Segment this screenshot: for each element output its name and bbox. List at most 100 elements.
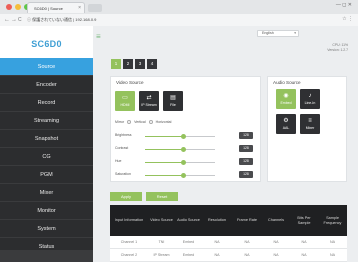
sidebar-item-pgm[interactable]: PGM (0, 166, 93, 184)
audio-source-row-1: ◉ Embed ♪ Line-In (276, 89, 320, 109)
close-window-dot[interactable] (6, 4, 12, 10)
column-header-bits-per-sample: Bits Per Sample (297, 215, 311, 225)
hue-label: Hue (115, 159, 122, 163)
sidebar-item-mixer[interactable]: Mixer (0, 184, 93, 202)
tab-channel-3[interactable]: 3 (135, 59, 145, 69)
aal-button[interactable]: ⚙ AAL (276, 114, 296, 134)
sidebar-footer (0, 250, 93, 262)
tab-channel-1[interactable]: 1 (111, 59, 121, 69)
ip-stream-source-label: IP Stream (141, 103, 157, 107)
browser-tab[interactable]: SC6D0 | Source × (27, 2, 85, 13)
hamburger-menu-icon[interactable]: ≡ (96, 32, 101, 41)
brightness-value[interactable]: 128 (239, 132, 253, 139)
table-cell: NA (214, 240, 220, 244)
sidebar-item-snapshot[interactable]: Snapshot (0, 130, 93, 148)
column-header-frame-rate: Frame Rate (236, 218, 258, 222)
table-cell: NA (244, 253, 250, 257)
column-header-sample-frequency: Sample Frequency (323, 215, 342, 225)
reset-button[interactable]: Reset (146, 192, 178, 201)
sidebar-item-encoder[interactable]: Encoder (0, 76, 93, 94)
reload-icon[interactable]: C (18, 16, 22, 24)
table-cell: Embed (182, 240, 195, 244)
hdmi-source-label: HDMI (120, 103, 130, 107)
browser-toolbar: ← → C ⓘ 保護されていない通信 | 192.168.0.9 ☆ ⋮ (0, 14, 358, 26)
sidebar-item-record[interactable]: Record (0, 94, 93, 112)
table-cell: NA (214, 253, 220, 257)
audio-source-row-2: ⚙ AAL ≡ Mixer (276, 114, 320, 134)
version-text: Version: 1.2.7 (327, 48, 348, 52)
new-tab-button[interactable] (88, 4, 102, 12)
saturation-value[interactable]: 128 (239, 171, 253, 178)
sidebar-item-streaming[interactable]: Streaming (0, 112, 93, 130)
contrast-slider-track[interactable] (145, 149, 215, 150)
file-source-button[interactable]: ▤ File (163, 91, 183, 111)
table-cell: NA (301, 253, 307, 257)
table-cell: Embed (182, 253, 195, 257)
saturation-slider-handle[interactable] (181, 173, 186, 178)
sidebar-item-system[interactable]: System (0, 220, 93, 238)
browser-menu-icon[interactable]: ☆ ⋮ (342, 16, 353, 22)
column-header-channels: Channels (267, 218, 285, 222)
browser-tab-title: SC6D0 | Source (34, 6, 63, 11)
mixer-audio-button[interactable]: ≡ Mixer (300, 114, 320, 134)
address-bar[interactable]: ⓘ 保護されていない通信 | 192.168.0.9 (25, 16, 343, 24)
window-controls[interactable]: — ◻ ✕ (336, 2, 352, 8)
hue-slider-track[interactable] (145, 162, 215, 163)
contrast-slider-handle[interactable] (181, 147, 186, 152)
table-row: Channel 1 TNI Embed NA NA NA NA NA (110, 236, 347, 249)
input-info-table: Input Information Video Source Audio Sou… (110, 205, 347, 262)
channel-tabs: 1 2 3 4 (111, 59, 157, 69)
column-header-audio-source: Audio Source (177, 218, 200, 222)
line-in-label: Line-In (304, 101, 316, 105)
embed-audio-button[interactable]: ◉ Embed (276, 89, 296, 109)
saturation-label: Saturation (115, 172, 131, 176)
chevron-down-icon: ▾ (294, 31, 296, 35)
apply-button[interactable]: Apply (110, 192, 142, 201)
logo: SC6D0 (0, 26, 93, 58)
brightness-slider-fill (145, 136, 184, 137)
table-cell: IP Stream (153, 253, 170, 257)
tab-close-icon[interactable]: × (78, 5, 81, 11)
table-cell: NA (273, 253, 279, 257)
hdmi-source-button[interactable]: ▭ HDMI (115, 91, 135, 111)
table-row: Channel 2 IP Stream Embed NA NA NA NA NA (110, 249, 347, 262)
file-icon: ▤ (170, 95, 176, 101)
mixer-icon: ≡ (308, 118, 312, 124)
mirror-vertical-radio[interactable] (127, 120, 132, 124)
table-cell: NA (330, 240, 335, 244)
contrast-value[interactable]: 128 (239, 145, 253, 152)
forward-arrow-icon[interactable]: → (11, 16, 17, 24)
slider-row-contrast: Contrast 128 (115, 145, 265, 153)
back-arrow-icon[interactable]: ← (4, 16, 10, 24)
brightness-slider-track[interactable] (145, 136, 215, 137)
sidebar-item-source[interactable]: Source (0, 58, 93, 76)
embed-audio-icon: ◉ (283, 93, 289, 99)
saturation-slider-track[interactable] (145, 175, 215, 176)
sidebar-nav: Source Encoder Record Streaming Snapshot… (0, 58, 93, 256)
audio-source-title: Audio Source (273, 80, 301, 85)
mirror-options: Mirror Vertical Horizontal (115, 120, 171, 124)
line-in-icon: ♪ (308, 93, 312, 99)
sidebar-item-monitor[interactable]: Monitor (0, 202, 93, 220)
contrast-slider-fill (145, 149, 184, 150)
table-header: Input Information Video Source Audio Sou… (110, 205, 347, 236)
language-select[interactable]: English ▾ (257, 30, 299, 37)
table-cell: Channel 2 (120, 253, 138, 257)
ip-stream-source-button[interactable]: ⇄ IP Stream (139, 91, 159, 111)
sidebar-item-cg[interactable]: CG (0, 148, 93, 166)
mirror-horizontal-radio[interactable] (148, 120, 153, 124)
tab-channel-4[interactable]: 4 (147, 59, 157, 69)
hue-value[interactable]: 128 (239, 158, 253, 165)
tab-channel-2[interactable]: 2 (123, 59, 133, 69)
browser-chrome: SC6D0 | Source × — ◻ ✕ ← → C ⓘ 保護されていない通… (0, 0, 358, 26)
column-header-input-information: Input Information (114, 218, 144, 222)
line-in-button[interactable]: ♪ Line-In (300, 89, 320, 109)
slider-row-hue: Hue 128 (115, 158, 265, 166)
language-select-value: English (262, 31, 274, 35)
brightness-label: Brightness (115, 133, 132, 137)
minimize-window-dot[interactable] (15, 4, 21, 10)
brightness-slider-handle[interactable] (181, 134, 186, 139)
hue-slider-handle[interactable] (181, 160, 186, 165)
table-cell: NA (301, 240, 307, 244)
mixer-audio-label: Mixer (305, 126, 315, 130)
